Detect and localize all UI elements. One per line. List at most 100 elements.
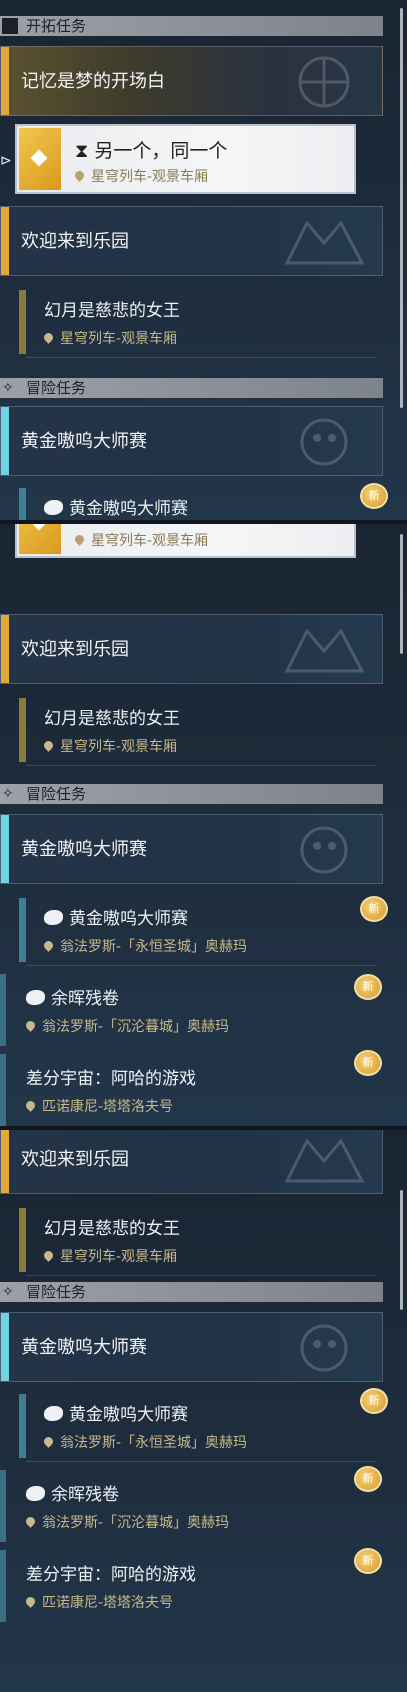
location-pin-icon [42,739,55,752]
quest-item-golden[interactable]: 黄金嗷呜大师赛 翁法罗斯-「永恒圣城」奥赫玛 [0,894,383,966]
monster-emblem-icon [284,220,365,265]
creature-emblem-icon [300,1324,348,1372]
divider [26,357,377,358]
quest-item-ember[interactable]: 余晖残卷 翁法罗斯-「沉沦暮城」奥赫玛 [0,1470,383,1542]
quest-location: 星穹列车-观景车厢 [42,736,177,756]
quest-accent-bar [19,488,26,520]
hourglass-icon: ⧗ [75,140,95,162]
quest-group-welcome[interactable]: 欢迎来到乐园 [0,614,383,684]
mascot-icon [44,910,63,925]
location-pin-icon [24,1515,37,1528]
quest-location: 星穹列车-观景车厢 [73,166,208,186]
divider [26,965,377,966]
location-pin-icon [42,939,55,952]
quest-panel-3: 欢迎来到乐园 幻月是慈悲的女王 星穹列车-观景车厢 ✧ 冒险任务 黄金嗷呜大师赛… [0,1130,407,1692]
new-badge: 新 [360,1388,388,1414]
adventure-icon: ✧ [2,786,14,802]
quest-title: 差分宇宙：阿哈的游戏 [26,1069,196,1089]
divider [26,1275,377,1276]
quest-item-ember[interactable]: 余晖残卷 翁法罗斯-「沉沦暮城」奥赫玛 [0,974,383,1046]
quest-item-selected[interactable]: ⧗ 另一个，同一个 星穹列车-观景车厢 [15,124,356,194]
quest-accent-bar [1,47,9,115]
location-pin-icon [73,169,86,182]
quest-accent-bar [1,815,9,883]
quest-item-selected[interactable]: 星穹列车-观景车厢 [15,524,356,558]
quest-location: 星穹列车-观景车厢 [73,530,208,550]
scrollbar[interactable] [400,1190,403,1310]
quest-title: 幻月是慈悲的女王 [44,301,180,321]
section-title: 冒险任务 [26,785,87,803]
quest-group-memory[interactable]: 记忆是梦的开场白 [0,46,383,116]
quest-title: 余晖残卷 [26,984,119,1009]
emblem-icon [298,56,350,108]
divider [26,1461,377,1462]
section-header-adventure: ✧ 冒险任务 [0,1282,383,1302]
location-pin-icon [42,331,55,344]
quest-group-title: 欢迎来到乐园 [21,639,129,660]
monster-emblem-icon [284,1138,365,1183]
quest-group-title: 黄金嗷呜大师赛 [21,839,147,860]
quest-panel-1: 开拓任务 记忆是梦的开场白 ⊳ ⧗ 另一个，同一个 星穹列车-观景车厢 欢迎来到… [0,0,407,520]
quest-item-aha[interactable]: 差分宇宙：阿哈的游戏 匹诺康尼-塔塔洛夫号 [0,1550,383,1622]
creature-emblem-icon [300,826,348,874]
quest-item-golden[interactable]: 黄金嗷呜大师赛 翁法罗斯-「永恒圣城」奥赫玛 [0,1390,383,1462]
quest-item-moon[interactable]: 幻月是慈悲的女王 星穹列车-观景车厢 [0,286,383,358]
quest-location: 星穹列车-观景车厢 [42,328,177,348]
selection-arrow-icon: ⊳ [0,153,12,169]
creature-emblem-icon [300,418,348,466]
quest-accent-bar [0,974,6,1046]
quest-group-welcome[interactable]: 欢迎来到乐园 [0,206,383,276]
quest-group-title: 黄金嗷呜大师赛 [21,1337,147,1358]
quest-item-aha[interactable]: 差分宇宙：阿哈的游戏 匹诺康尼-塔塔洛夫号 [0,1054,383,1126]
quest-item-golden[interactable]: 黄金嗷呜大师赛 [0,484,383,520]
location-pin-icon [24,1595,37,1608]
quest-group-title: 记忆是梦的开场白 [21,71,165,92]
location-pin-icon [73,533,86,546]
quest-accent-bar [19,698,26,762]
scrollbar[interactable] [400,8,403,408]
section-header-adventure: ✧ 冒险任务 [0,784,383,804]
adventure-icon: ✧ [2,380,14,396]
quest-accent-bar [1,1130,9,1193]
section-title: 冒险任务 [26,1283,87,1301]
adventure-icon: ✧ [2,1284,14,1300]
quest-accent-bar [0,1470,6,1542]
quest-panel-2: 星穹列车-观景车厢 欢迎来到乐园 幻月是慈悲的女王 星穹列车-观景车厢 ✧ 冒险… [0,524,407,1126]
quest-accent-bar [19,898,26,962]
quest-location: 翁法罗斯-「永恒圣城」奥赫玛 [42,1432,247,1452]
location-pin-icon [42,1435,55,1448]
quest-group-title: 欢迎来到乐园 [21,1149,129,1170]
quest-item-moon[interactable]: 幻月是慈悲的女王 星穹列车-观景车厢 [0,1204,383,1276]
quest-item-moon[interactable]: 幻月是慈悲的女王 星穹列车-观景车厢 [0,694,383,766]
quest-group-welcome[interactable]: 欢迎来到乐园 [0,1130,383,1194]
quest-accent-bar [1,1313,9,1381]
quest-location: 星穹列车-观景车厢 [42,1246,177,1266]
quest-title: 黄金嗷呜大师赛 [44,1400,188,1425]
quest-location: 翁法罗斯-「永恒圣城」奥赫玛 [42,936,247,956]
quest-accent-bar [0,1054,6,1126]
quest-accent-bar [1,407,9,475]
quest-accent-bar [1,615,9,683]
mascot-icon [44,1406,63,1421]
scrollbar[interactable] [400,534,403,654]
quest-accent-bar [19,1394,26,1458]
quest-accent-bar [19,290,26,354]
section-header-adventure: ✧ 冒险任务 [0,378,383,398]
quest-thumbnail [19,128,61,190]
quest-group-golden[interactable]: 黄金嗷呜大师赛 [0,406,383,476]
new-badge: 新 [354,1548,382,1574]
quest-group-golden[interactable]: 黄金嗷呜大师赛 [0,814,383,884]
section-title: 开拓任务 [26,17,87,35]
quest-location: 翁法罗斯-「沉沦暮城」奥赫玛 [24,1016,229,1036]
section-header-main: 开拓任务 [0,16,383,36]
quest-location: 匹诺康尼-塔塔洛夫号 [24,1096,173,1116]
new-badge: 新 [354,1050,382,1076]
quest-thumbnail [19,524,61,554]
quest-group-title: 黄金嗷呜大师赛 [21,431,147,452]
location-pin-icon [24,1019,37,1032]
scroll-icon [26,990,45,1005]
quest-location: 匹诺康尼-塔塔洛夫号 [24,1592,173,1612]
mascot-icon [44,500,63,515]
quest-group-golden[interactable]: 黄金嗷呜大师赛 [0,1312,383,1382]
monster-emblem-icon [284,628,365,673]
